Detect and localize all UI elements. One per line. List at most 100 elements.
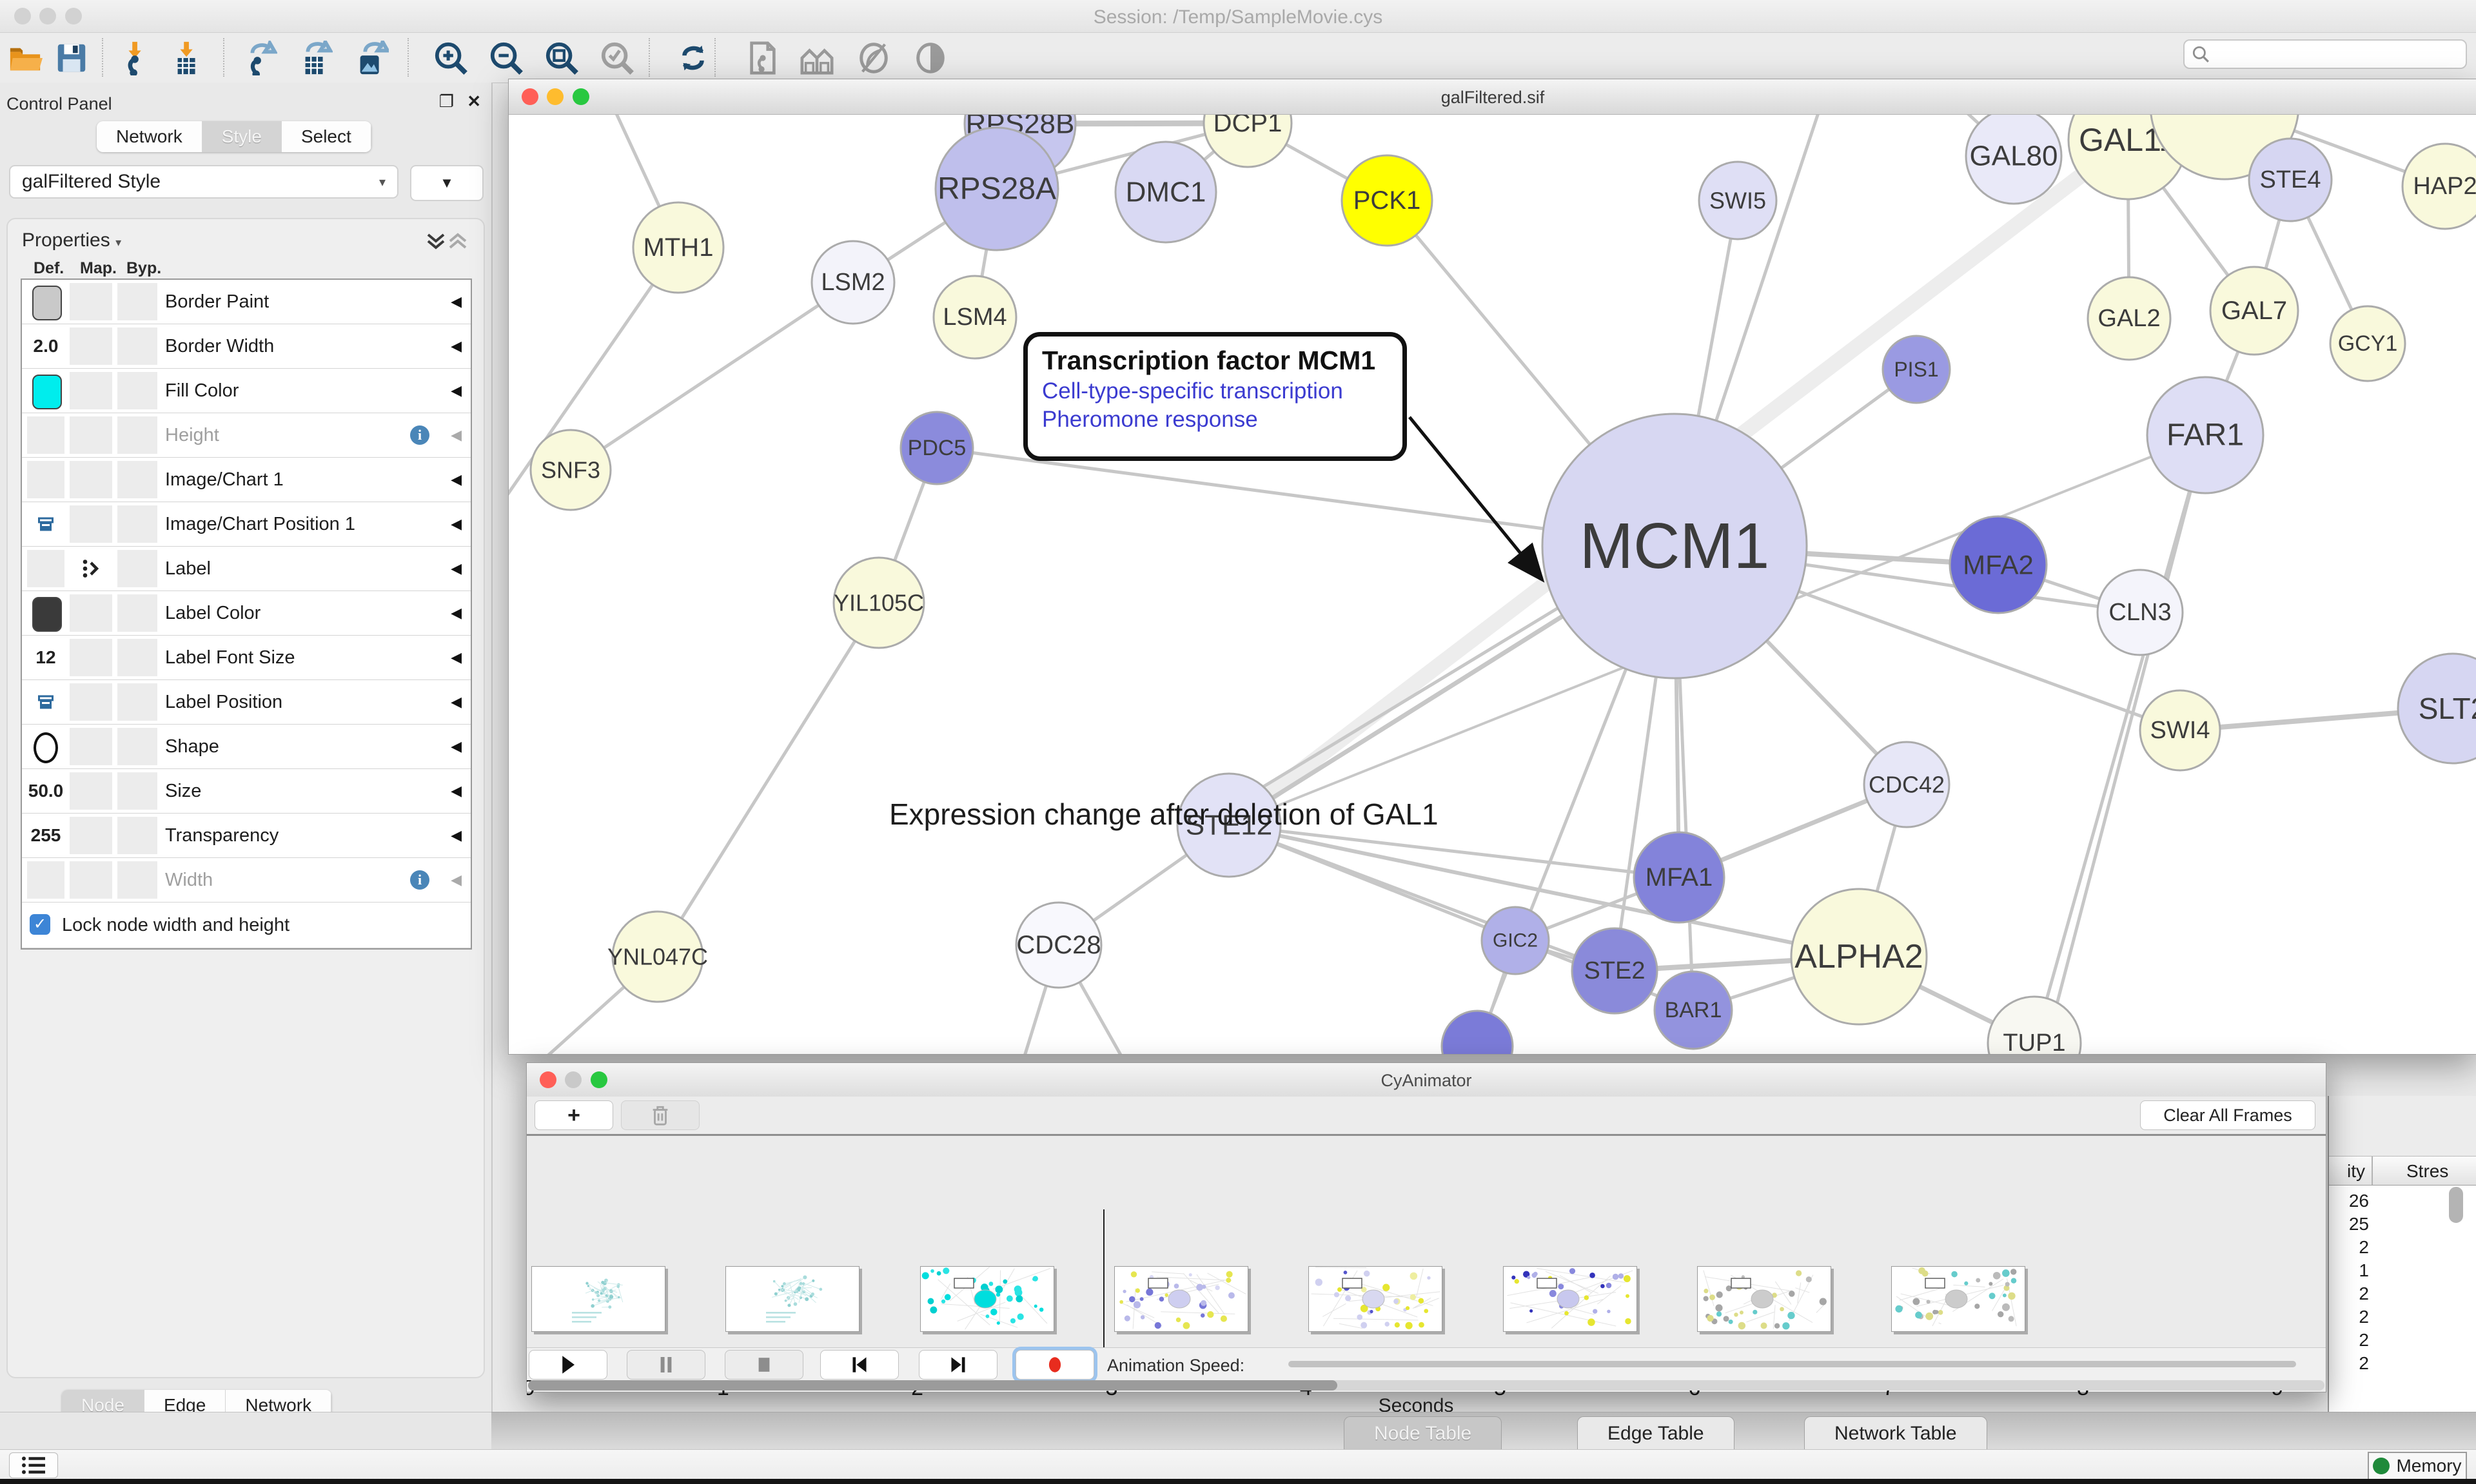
network-node-MTH1[interactable]: MTH1 <box>633 202 723 293</box>
expand-row-icon[interactable]: ◀ <box>451 458 462 502</box>
network-node-GAL2[interactable]: GAL2 <box>2088 277 2170 360</box>
map-cell[interactable] <box>70 861 112 899</box>
record-button[interactable] <box>1016 1350 1094 1380</box>
network-canvas[interactable]: RPS28BDCP1RPS28ADMC1PCK1SWI5GAL80GAL11ST… <box>509 115 2476 1054</box>
byp-cell[interactable] <box>117 861 157 899</box>
color-swatch[interactable] <box>32 286 62 320</box>
map-cell[interactable] <box>70 461 112 498</box>
table-cell-value[interactable]: 2 <box>2329 1284 2369 1304</box>
annotation-link[interactable]: Pheromone response <box>1042 407 1388 433</box>
network-node-PCK1[interactable]: PCK1 <box>1342 155 1432 246</box>
tab-node-table[interactable]: Node Table <box>1344 1416 1502 1450</box>
memory-button[interactable]: Memory <box>2368 1452 2467 1480</box>
network-node-GAL80[interactable]: GAL80 <box>1966 115 2061 204</box>
byp-cell[interactable] <box>117 594 157 632</box>
zoom-selected-button[interactable] <box>597 38 637 78</box>
expand-row-icon[interactable]: ◀ <box>451 814 462 857</box>
table-cell-value[interactable]: 1 <box>2329 1260 2369 1281</box>
table-scrollbar[interactable] <box>2449 1187 2463 1223</box>
network-node-HAP2[interactable]: HAP2 <box>2402 144 2476 229</box>
frame-thumbnail-7[interactable] <box>1891 1266 2025 1332</box>
checkbox-checked-icon[interactable]: ✓ <box>30 914 50 935</box>
network-edge[interactable] <box>1236 591 1587 803</box>
expand-row-icon[interactable]: ◀ <box>451 858 462 902</box>
network-node-STE2[interactable]: STE2 <box>1572 928 1657 1013</box>
map-cell[interactable] <box>70 372 112 409</box>
map-cell[interactable] <box>70 283 112 320</box>
tab-edge-table[interactable]: Edge Table <box>1577 1416 1734 1450</box>
table-cell-value[interactable]: 2 <box>2329 1353 2369 1374</box>
byp-cell[interactable] <box>117 283 157 320</box>
expand-row-icon[interactable]: ◀ <box>451 725 462 768</box>
network-window-titlebar[interactable]: galFiltered.sif <box>509 79 2476 115</box>
property-row-size[interactable]: 50.0Size◀ <box>22 769 471 814</box>
network-edge[interactable] <box>658 603 879 957</box>
zoom-out-button[interactable] <box>486 38 526 78</box>
expand-row-icon[interactable]: ◀ <box>451 324 462 368</box>
map-cell[interactable] <box>70 817 112 854</box>
def-cell[interactable] <box>27 861 64 899</box>
property-row-image-chart-1[interactable]: Image/Chart 1◀ <box>22 458 471 502</box>
group-nodes-button[interactable] <box>797 38 837 78</box>
def-cell[interactable] <box>27 416 64 454</box>
def-cell[interactable] <box>27 283 64 320</box>
open-session-button[interactable] <box>5 38 45 78</box>
def-cell[interactable] <box>27 461 64 498</box>
tab-style[interactable]: Style <box>202 121 282 152</box>
property-row-transparency[interactable]: 255Transparency◀ <box>22 814 471 858</box>
network-node-MCM1[interactable]: MCM1 <box>1542 414 1807 678</box>
table-cell-value[interactable]: 2 <box>2329 1307 2369 1327</box>
table-column-ity[interactable]: ity <box>2329 1161 2365 1182</box>
frame-thumbnail-5[interactable] <box>1503 1266 1637 1332</box>
network-node-ALPHA2[interactable]: ALPHA2 <box>1791 889 1927 1024</box>
expand-collapse-controls[interactable] <box>423 231 468 254</box>
network-node-DCP1[interactable]: DCP1 <box>1204 115 1292 167</box>
byp-cell[interactable] <box>117 683 157 721</box>
property-row-shape[interactable]: Shape◀ <box>22 725 471 769</box>
network-node-CDC42[interactable]: CDC42 <box>1864 742 1949 827</box>
animation-speed-slider[interactable] <box>1288 1361 2296 1367</box>
network-node-TUP1[interactable]: TUP1 <box>1988 997 2081 1054</box>
network-node-MFA2[interactable]: MFA2 <box>1950 516 2047 613</box>
property-row-label-color[interactable]: Label Color◀ <box>22 591 471 636</box>
expand-row-icon[interactable]: ◀ <box>451 502 462 546</box>
def-cell[interactable] <box>27 594 64 632</box>
map-cell[interactable] <box>70 728 112 765</box>
network-node-YIL105C[interactable]: YIL105C <box>834 558 924 648</box>
frame-thumbnail-4[interactable] <box>1308 1266 1442 1332</box>
network-document-button[interactable] <box>743 38 783 78</box>
info-icon[interactable]: i <box>410 870 429 890</box>
frame-thumbnail-2[interactable] <box>920 1266 1054 1332</box>
property-row-width[interactable]: Widthi◀ <box>22 858 471 903</box>
properties-header[interactable]: Properties ▾ <box>22 229 121 251</box>
def-cell[interactable] <box>27 372 64 409</box>
network-node-GAL7[interactable]: GAL7 <box>2210 267 2298 355</box>
zoom-in-button[interactable] <box>431 38 471 78</box>
frame-thumbnail-0[interactable] <box>531 1266 665 1332</box>
annotation-link[interactable]: Cell-type-specific transcription <box>1042 378 1388 404</box>
byp-cell[interactable] <box>117 416 157 454</box>
network-node-FAR1[interactable]: FAR1 <box>2147 377 2263 493</box>
clear-all-frames-button[interactable]: Clear All Frames <box>2140 1100 2315 1130</box>
network-node-GIC2[interactable]: GIC2 <box>1482 907 1549 974</box>
byp-cell[interactable] <box>117 550 157 587</box>
byp-cell[interactable] <box>117 505 157 543</box>
stop-button[interactable] <box>725 1350 803 1380</box>
scrollbar-thumb[interactable] <box>528 1380 1337 1391</box>
map-cell[interactable] <box>70 639 112 676</box>
map-cell[interactable] <box>70 772 112 810</box>
export-image-button[interactable] <box>351 38 391 78</box>
delete-frame-button[interactable] <box>621 1100 700 1130</box>
table-body[interactable]: 2625212222 <box>2329 1186 2476 1412</box>
hide-details-button[interactable] <box>854 38 894 78</box>
style-selector-dropdown[interactable]: galFiltered Style ▾ <box>9 165 398 199</box>
expand-row-icon[interactable]: ◀ <box>451 636 462 679</box>
timeline-scrollbar[interactable] <box>528 1380 2324 1391</box>
timeline-area[interactable]: 0123456789 Seconds <box>527 1136 2326 1347</box>
table-cell-value[interactable]: 26 <box>2329 1191 2369 1211</box>
network-node-LSM2[interactable]: LSM2 <box>812 241 894 324</box>
property-row-fill-color[interactable]: Fill Color◀ <box>22 369 471 413</box>
style-options-button[interactable]: ▼ <box>410 165 484 201</box>
property-row-image-chart-position-1[interactable]: Image/Chart Position 1◀ <box>22 502 471 547</box>
frame-thumbnail-6[interactable] <box>1697 1266 1831 1332</box>
